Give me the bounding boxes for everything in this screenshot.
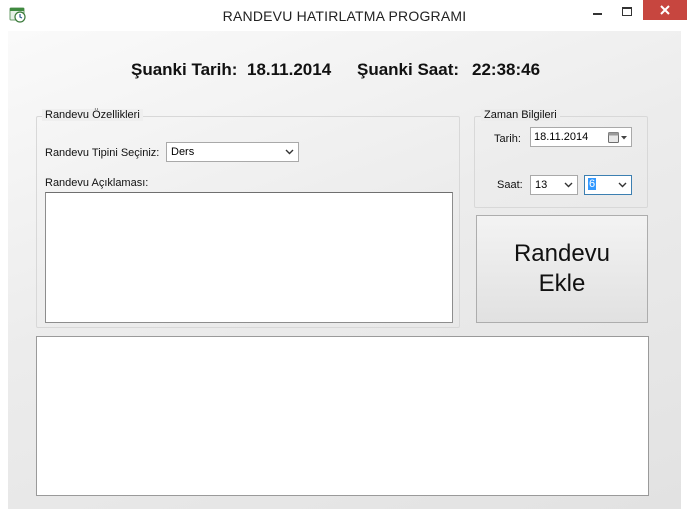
calendar-dropdown-icon[interactable] [608,131,628,144]
minimize-icon [592,13,602,15]
chevron-down-icon [618,182,627,188]
time-label: Saat: [497,179,523,191]
appointment-details-title: Randevu Özellikleri [42,109,143,121]
current-date-label: Şuanki Tarih: [131,60,238,79]
current-time-label: Şuanki Saat: [357,60,460,79]
hour-value: 13 [535,179,548,191]
appointment-type-label: Randevu Tipini Seçiniz: [45,147,160,159]
close-icon [660,5,670,15]
appointment-type-value: Ders [171,146,195,158]
maximize-button[interactable] [615,0,639,22]
minimize-button[interactable] [585,0,609,22]
current-date-value: 18.11.2014 [247,60,332,79]
date-label: Tarih: [494,133,521,145]
minute-select[interactable]: 6 [584,175,632,195]
add-appointment-label-line2: Ekle [538,270,586,297]
hour-select[interactable]: 13 [530,175,578,195]
title-bar: RANDEVU HATIRLATMA PROGRAMI [0,0,689,31]
description-textarea[interactable] [45,192,453,323]
date-picker[interactable]: 18.11.2014 [530,127,632,147]
appointment-type-select[interactable]: Ders [166,142,299,162]
chevron-down-icon [285,149,294,155]
close-button[interactable] [643,0,687,20]
time-info-title: Zaman Bilgileri [481,109,560,121]
description-label: Randevu Açıklaması: [45,177,149,189]
add-appointment-label-line1: Randevu [513,240,611,267]
minute-value: 6 [588,178,597,190]
chevron-down-icon [564,182,573,188]
appointments-list[interactable] [36,336,649,496]
date-picker-value: 18.11.2014 [534,131,589,143]
maximize-icon [622,6,632,16]
current-time-value: 22:38:46 [472,60,541,79]
add-appointment-button[interactable]: Randevu Ekle [476,215,648,323]
